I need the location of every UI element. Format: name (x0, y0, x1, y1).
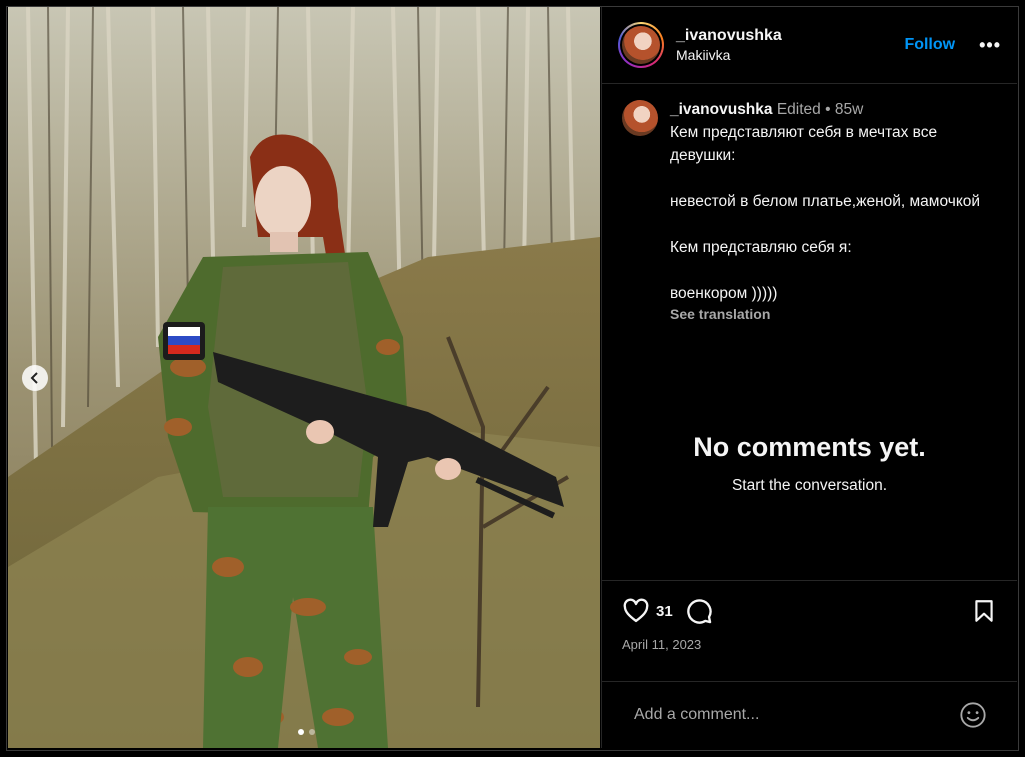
post-age[interactable]: 85w (835, 101, 863, 118)
caption-line (670, 167, 1001, 190)
comment-icon (686, 599, 712, 624)
chevron-left-icon (30, 372, 38, 384)
post-location[interactable]: Makiivka (676, 47, 904, 63)
caption-line (670, 259, 1001, 282)
post-sidebar: _ivanovushka Makiivka Follow ••• _ivanov… (601, 7, 1017, 748)
like-count[interactable]: 31 (656, 603, 673, 620)
emoji-icon (960, 702, 986, 728)
caption-line: военкором ))))) (670, 285, 778, 302)
avatar[interactable] (622, 26, 660, 64)
post-header: _ivanovushka Makiivka Follow ••• (602, 7, 1017, 84)
caption-line: невестой в белом платье,женой, мамочкой (670, 193, 981, 210)
comment-composer (602, 681, 1017, 748)
edited-label: Edited (776, 101, 821, 118)
heart-icon (623, 598, 649, 623)
carousel-dot (309, 729, 315, 735)
photo-soldier-in-forest (8, 7, 600, 748)
carousel-dots (298, 729, 315, 735)
comment-input[interactable] (632, 705, 959, 725)
author-username[interactable]: _ivanovushka (676, 27, 904, 45)
caption-username[interactable]: _ivanovushka (670, 101, 773, 118)
post-image[interactable] (8, 7, 600, 748)
caption-avatar[interactable] (622, 100, 658, 136)
carousel-dot-active (298, 729, 304, 735)
follow-button[interactable]: Follow (904, 36, 955, 54)
post-date[interactable]: April 11, 2023 (602, 625, 1017, 652)
caption-line: Кем представляют себя в мечтах все девуш… (670, 124, 942, 164)
caption: _ivanovushka Edited • 85w Кем представля… (602, 84, 1017, 322)
like-button[interactable] (622, 597, 650, 625)
comment-button[interactable] (685, 597, 713, 625)
actions-section: 31 April 11, 2023 (602, 580, 1017, 652)
empty-subtitle: Start the conversation. (731, 477, 888, 494)
emoji-button[interactable] (959, 701, 987, 729)
more-options-icon[interactable]: ••• (979, 35, 1001, 56)
caption-line (670, 213, 1001, 236)
bookmark-icon (975, 600, 993, 622)
empty-title: No comments yet. (693, 432, 926, 462)
previous-slide-button[interactable] (22, 365, 48, 391)
caption-line: Кем представляю себя я: (670, 239, 852, 256)
save-button[interactable] (971, 597, 997, 625)
meta-separator: • (825, 101, 831, 118)
see-translation-link[interactable]: See translation (670, 306, 1001, 322)
story-ring[interactable] (618, 22, 664, 68)
comments-empty-state: No comments yet. Start the conversation. (602, 432, 1017, 495)
